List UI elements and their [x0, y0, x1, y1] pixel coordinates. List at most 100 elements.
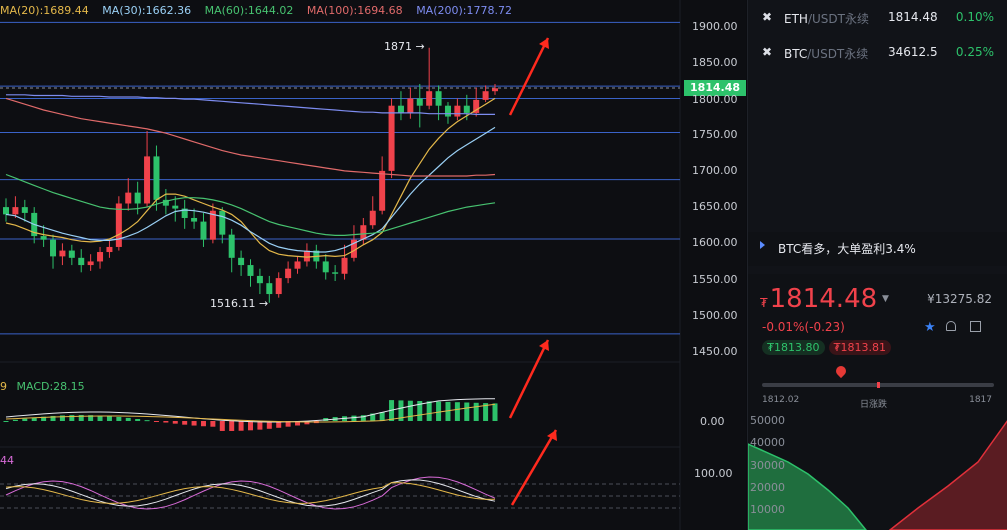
ticker-row-btc[interactable]: ✖ BTC/USDT永续 34612.5 0.25% [748, 35, 1007, 71]
currency-symbol: ₮ [760, 296, 768, 310]
candle-body [463, 105, 470, 113]
ma100-line [5, 97, 496, 177]
candle-body [191, 217, 198, 222]
candle-body [388, 105, 395, 171]
macd-bar [144, 420, 150, 422]
candle-body [21, 207, 28, 213]
candle-body [435, 91, 442, 106]
turnover: ¥13275.82 [927, 292, 992, 306]
macd-bar [3, 421, 9, 422]
candle-body [256, 275, 263, 284]
price-change: -0.01%(-0.23) [762, 320, 845, 334]
right-panel: ✖ ETH/USDT永续 1814.48 0.10% ✖ BTC/USDT永续 … [747, 0, 1007, 530]
candle-body [332, 272, 339, 274]
candle-body [115, 203, 122, 247]
last-price: ₮1814.48 [760, 284, 877, 314]
ma30-legend: MA(30):1662.36 [102, 4, 192, 17]
kdj-legend: 44 [0, 454, 14, 467]
ticker-price: 34612.5 [888, 45, 938, 59]
chart-area[interactable]: MA(20):1689.44 MA(30):1662.36 MA(60):164… [0, 0, 746, 530]
kdj-axis-100: 100.00 [694, 467, 733, 480]
candle-body [303, 250, 310, 262]
macd-bar [125, 417, 131, 421]
star-icon[interactable]: ★ [924, 320, 936, 335]
macd-bar [116, 416, 122, 421]
macd-bar [191, 421, 197, 426]
range-title: 日涨跌 [860, 400, 888, 410]
red-arrow-head [547, 430, 557, 441]
macd-value: MACD:28.15 [16, 380, 85, 393]
high-value: 1871 [384, 40, 412, 53]
candle-body [482, 91, 489, 100]
bid-price[interactable]: ₮1813.80 [762, 340, 825, 355]
ticker-symbol: BTC/USDT永续 [784, 47, 869, 61]
chevron-down-icon[interactable]: ▼ [882, 294, 889, 304]
speaker-icon [760, 241, 768, 249]
candle-body [200, 221, 207, 240]
candle-body [78, 257, 85, 266]
ma60-line [5, 173, 496, 236]
macd-bar [426, 401, 432, 421]
price-axis-1550: 1550.00 [692, 273, 738, 286]
ticker-change: 0.10% [955, 10, 994, 24]
candle-body [40, 236, 47, 240]
macd-bar [464, 402, 470, 421]
close-icon[interactable]: ✖ [762, 45, 772, 59]
news-text: BTC看多，大单盈利3.4% [778, 242, 916, 256]
macd-bar [210, 421, 216, 427]
quote-actions: ★ [924, 320, 994, 335]
low-annotation: 1516.11 → [210, 297, 269, 310]
candle-body [144, 156, 151, 204]
macd-legend: 9 MACD:28.15 [0, 380, 85, 393]
price-axis-1850: 1850.00 [692, 56, 738, 69]
ticker-symbol: ETH/USDT永续 [784, 12, 869, 26]
ticker-price: 1814.48 [888, 10, 938, 24]
ticker-change: 0.25% [955, 45, 994, 59]
candle-body [12, 207, 19, 215]
macd-bar [248, 421, 253, 431]
price-axis-1600: 1600.00 [692, 236, 738, 249]
candle-body [416, 98, 423, 106]
depth-chart [748, 420, 1007, 530]
candle-body [266, 283, 273, 295]
candle-body [50, 239, 57, 257]
price-axis-1700: 1700.00 [692, 164, 738, 177]
macd-bar [22, 418, 28, 421]
news-ticker[interactable]: BTC看多，大单盈利3.4% [748, 232, 1007, 266]
candle-body [247, 265, 254, 276]
depth-axis-50000: 50000 [750, 414, 785, 427]
ticker-row-eth[interactable]: ✖ ETH/USDT永续 1814.48 0.10% [748, 0, 1007, 36]
candle-body [106, 246, 113, 253]
macd-bar [351, 415, 357, 421]
candle-body [397, 105, 404, 113]
bell-icon[interactable] [946, 321, 956, 331]
macd-prefix: 9 [0, 380, 7, 393]
candle-body [134, 192, 141, 204]
range-pin-icon [833, 363, 849, 379]
depth-axis-10000: 10000 [750, 503, 785, 516]
candle-body [379, 170, 386, 211]
last-price-value: 1814.48 [769, 284, 878, 314]
macd-bar [238, 421, 244, 431]
macd-bar [106, 416, 112, 421]
candlestick-chart [0, 0, 681, 530]
price-axis-1750: 1750.00 [692, 128, 738, 141]
candle-body [454, 105, 461, 117]
macd-bar [219, 421, 225, 431]
ma-legend: MA(20):1689.44 MA(30):1662.36 MA(60):164… [0, 4, 522, 17]
ask-price[interactable]: ₮1813.81 [828, 340, 891, 355]
candle-body [228, 234, 235, 258]
ma60-legend: MA(60):1644.02 [204, 4, 294, 17]
macd-axis-zero: 0.00 [700, 415, 725, 428]
candle-body [407, 98, 414, 113]
low-value: 1516.11 [210, 297, 256, 310]
share-icon[interactable] [970, 321, 981, 332]
macd-bar [454, 402, 460, 421]
depth-axis-20000: 20000 [750, 481, 785, 494]
ma20-legend: MA(20):1689.44 [0, 4, 89, 17]
candle-body [3, 207, 9, 215]
close-icon[interactable]: ✖ [762, 10, 772, 24]
high-annotation: 1871 → [384, 40, 425, 53]
candle-body [125, 192, 132, 204]
candle-body [492, 88, 498, 92]
